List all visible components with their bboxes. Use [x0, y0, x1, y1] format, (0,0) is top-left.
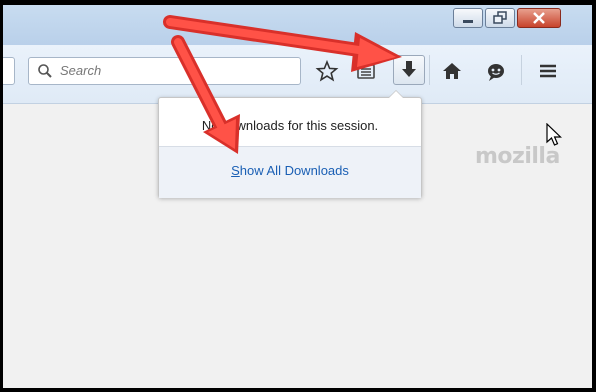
show-all-downloads-link[interactable]: Show All Downloads — [159, 163, 421, 178]
mouse-cursor-icon — [546, 123, 562, 146]
search-icon — [38, 64, 52, 78]
url-bar[interactable] — [3, 57, 15, 85]
close-icon — [533, 12, 545, 24]
restore-icon — [493, 11, 507, 24]
menu-icon[interactable] — [535, 59, 561, 83]
no-downloads-message: No downloads for this session. — [201, 118, 379, 133]
close-button[interactable] — [517, 8, 561, 28]
reading-list-icon[interactable] — [353, 59, 379, 83]
minimize-button[interactable] — [453, 8, 483, 28]
panel-footer: Show All Downloads — [159, 146, 421, 198]
restore-button[interactable] — [485, 8, 515, 28]
toolbar-separator — [429, 55, 430, 85]
chat-icon[interactable] — [483, 59, 509, 83]
access-key-letter: S — [231, 163, 240, 178]
home-icon[interactable] — [439, 59, 465, 83]
nav-toolbar: Search — [3, 45, 592, 104]
toolbar-separator — [521, 55, 522, 85]
show-all-downloads-label: how All Downloads — [239, 163, 349, 178]
minimize-icon — [463, 20, 473, 23]
search-box[interactable]: Search — [28, 57, 301, 85]
downloads-panel: No downloads for this session. Show All … — [158, 90, 422, 198]
search-placeholder: Search — [60, 63, 102, 78]
panel-arrow-inner — [389, 91, 403, 98]
downloads-icon — [402, 61, 416, 77]
bookmark-star-icon[interactable] — [314, 59, 340, 83]
title-bar — [3, 5, 592, 45]
downloads-button[interactable] — [393, 55, 425, 85]
